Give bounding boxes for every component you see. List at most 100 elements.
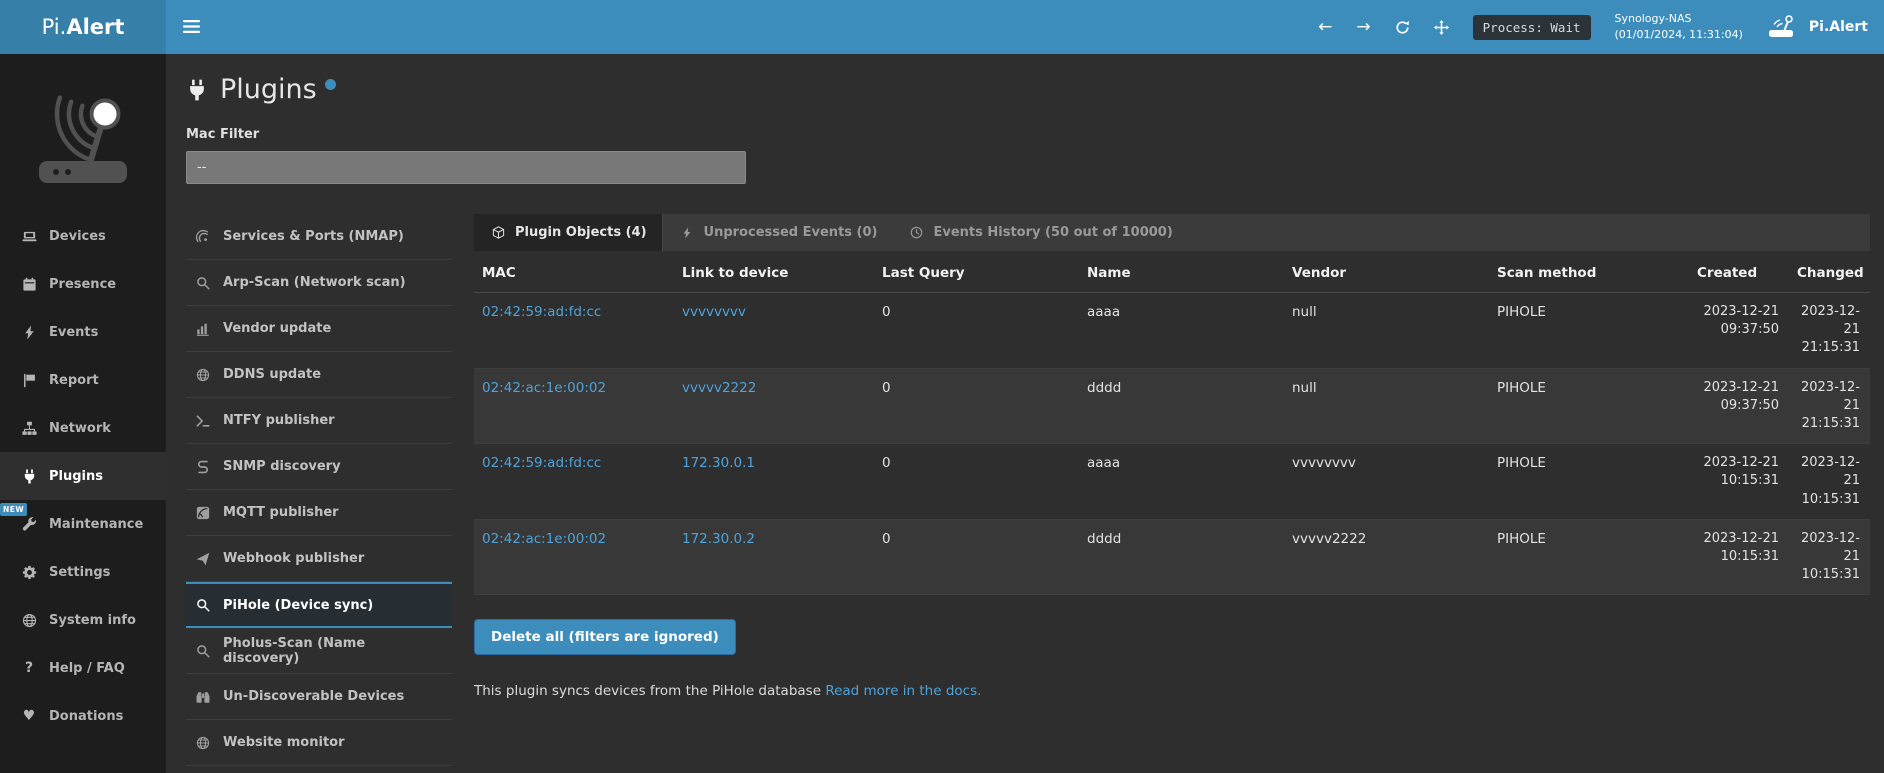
search-icon bbox=[194, 644, 212, 658]
plug-icon bbox=[186, 79, 208, 101]
sidebar-item-donations[interactable]: ♥ Donations bbox=[0, 692, 166, 740]
sidebar-item-label: Presence bbox=[49, 277, 116, 292]
device-link-cell: vvvvvvvv bbox=[674, 293, 874, 369]
bolt-icon bbox=[20, 325, 38, 340]
sidebar-item-presence[interactable]: Presence bbox=[0, 260, 166, 308]
plugin-nav-item-arp-scan[interactable]: Arp-Scan (Network scan) bbox=[186, 260, 452, 306]
device-link[interactable]: 172.30.0.2 bbox=[682, 531, 755, 547]
hamburger-icon bbox=[183, 18, 200, 37]
table-row: 02:42:ac:1e:00:02 172.30.0.2 0 dddd vvvv… bbox=[474, 519, 1870, 595]
globe-icon bbox=[20, 613, 38, 628]
mac-link[interactable]: 02:42:59:ad:fd:cc bbox=[482, 304, 601, 320]
plugin-nav-item-pihole[interactable]: PiHole (Device sync) bbox=[186, 582, 452, 628]
device-link[interactable]: vvvvv2222 bbox=[682, 380, 756, 396]
vendor-cell: null bbox=[1284, 368, 1489, 444]
globe-icon bbox=[194, 736, 212, 750]
tab-label: Unprocessed Events (0) bbox=[704, 225, 878, 240]
arrow-left-icon[interactable]: ← bbox=[1318, 19, 1332, 36]
brand-logo[interactable]: Pi.Alert bbox=[0, 0, 166, 54]
scan-method-cell: PIHOLE bbox=[1489, 444, 1689, 520]
mac-filter-input[interactable] bbox=[186, 151, 746, 184]
plugin-nav-label: Webhook publisher bbox=[223, 551, 364, 566]
mac-link[interactable]: 02:42:ac:1e:00:02 bbox=[482, 531, 606, 547]
plugin-nav-item-nmap[interactable]: Services & Ports (NMAP) bbox=[186, 214, 452, 260]
page-header: Plugins bbox=[186, 74, 1870, 105]
sidebar-item-label: Network bbox=[49, 421, 111, 436]
plugin-nav-label: SNMP discovery bbox=[223, 459, 341, 474]
vendor-cell: vvvvvvvv bbox=[1284, 444, 1489, 520]
plugin-nav-item-vendor-update[interactable]: Vendor update bbox=[186, 306, 452, 352]
terminal-icon bbox=[194, 414, 212, 428]
mac-cell: 02:42:59:ad:fd:cc bbox=[474, 444, 674, 520]
scan-method-cell: PIHOLE bbox=[1489, 519, 1689, 595]
column-header-created[interactable]: Created bbox=[1689, 251, 1789, 293]
host-name: Synology-NAS bbox=[1615, 11, 1743, 27]
column-header-changed[interactable]: Changed bbox=[1789, 251, 1870, 293]
plugin-nav-item-mqtt[interactable]: MQTT publisher bbox=[186, 490, 452, 536]
column-header-mac[interactable]: MAC bbox=[474, 251, 674, 293]
tab-label: Plugin Objects (4) bbox=[515, 225, 647, 240]
plugin-tab-panel: Plugin Objects (4) Unprocessed Events (0… bbox=[474, 214, 1870, 699]
plugin-nav-label: Pholus-Scan (Name discovery) bbox=[223, 636, 444, 666]
mac-filter-block: Mac Filter bbox=[186, 127, 1870, 184]
tab-unprocessed-events[interactable]: Unprocessed Events (0) bbox=[663, 214, 893, 251]
binoculars-icon bbox=[194, 690, 212, 704]
sidebar-item-maintenance[interactable]: NEW Maintenance bbox=[0, 500, 166, 548]
move-icon[interactable] bbox=[1434, 20, 1449, 35]
plugin-nav-label: Services & Ports (NMAP) bbox=[223, 229, 404, 244]
vendor-cell: null bbox=[1284, 293, 1489, 369]
last-query-cell: 0 bbox=[874, 368, 1079, 444]
plugin-nav-item-website-monitor[interactable]: Website monitor bbox=[186, 720, 452, 766]
device-link[interactable]: vvvvvvvv bbox=[682, 304, 746, 320]
plugin-objects-table: MAC Link to device Last Query Name Vendo… bbox=[474, 251, 1870, 595]
column-header-scan-method[interactable]: Scan method bbox=[1489, 251, 1689, 293]
table-row: 02:42:59:ad:fd:cc vvvvvvvv 0 aaaa null P… bbox=[474, 293, 1870, 369]
tab-plugin-objects[interactable]: Plugin Objects (4) bbox=[474, 214, 663, 251]
plugin-nav-item-undiscoverable[interactable]: Un-Discoverable Devices bbox=[186, 674, 452, 720]
delete-all-button[interactable]: Delete all (filters are ignored) bbox=[474, 619, 736, 655]
wrench-icon bbox=[20, 517, 38, 532]
plugin-nav-item-ddns[interactable]: DDNS update bbox=[186, 352, 452, 398]
sidebar-item-plugins[interactable]: Plugins bbox=[0, 452, 166, 500]
column-header-link[interactable]: Link to device bbox=[674, 251, 874, 293]
sidebar-item-devices[interactable]: Devices bbox=[0, 212, 166, 260]
changed-cell: 2023-12-21 10:15:31 bbox=[1789, 519, 1870, 595]
plugin-nav-item-snmp[interactable]: SNMP discovery bbox=[186, 444, 452, 490]
plugin-nav: Services & Ports (NMAP) Arp-Scan (Networ… bbox=[186, 214, 452, 766]
plugin-nav-item-pholus[interactable]: Pholus-Scan (Name discovery) bbox=[186, 628, 452, 674]
pialert-logo-small-icon bbox=[1767, 15, 1797, 39]
created-cell: 2023-12-21 10:15:31 bbox=[1689, 444, 1789, 520]
sidebar-item-events[interactable]: Events bbox=[0, 308, 166, 356]
changed-cell: 2023-12-21 21:15:31 bbox=[1789, 293, 1870, 369]
mac-link[interactable]: 02:42:ac:1e:00:02 bbox=[482, 380, 606, 396]
plugin-nav-item-ntfy[interactable]: NTFY publisher bbox=[186, 398, 452, 444]
refresh-icon[interactable] bbox=[1395, 20, 1410, 35]
sidebar-item-settings[interactable]: Settings bbox=[0, 548, 166, 596]
mac-link[interactable]: 02:42:59:ad:fd:cc bbox=[482, 455, 601, 471]
docs-link[interactable]: Read more in the docs. bbox=[825, 683, 981, 699]
info-badge-icon[interactable] bbox=[325, 79, 336, 90]
radar-icon bbox=[194, 230, 212, 244]
sidebar-item-report[interactable]: Report bbox=[0, 356, 166, 404]
sidebar-item-label: Events bbox=[49, 325, 98, 340]
name-cell: dddd bbox=[1079, 368, 1284, 444]
sidebar: Devices Presence Events Report Network bbox=[0, 54, 166, 773]
arrow-right-icon[interactable]: → bbox=[1356, 19, 1370, 36]
tab-events-history[interactable]: Events History (50 out of 10000) bbox=[892, 214, 1187, 251]
search-icon bbox=[194, 276, 212, 290]
scan-method-cell: PIHOLE bbox=[1489, 293, 1689, 369]
mac-cell: 02:42:59:ad:fd:cc bbox=[474, 293, 674, 369]
sidebar-item-help-faq[interactable]: ? Help / FAQ bbox=[0, 644, 166, 692]
column-header-vendor[interactable]: Vendor bbox=[1284, 251, 1489, 293]
device-link[interactable]: 172.30.0.1 bbox=[682, 455, 755, 471]
sidebar-item-label: Report bbox=[49, 373, 99, 388]
question-icon: ? bbox=[20, 661, 38, 675]
last-query-cell: 0 bbox=[874, 293, 1079, 369]
sidebar-item-system-info[interactable]: System info bbox=[0, 596, 166, 644]
column-header-last-query[interactable]: Last Query bbox=[874, 251, 1079, 293]
sidebar-item-network[interactable]: Network bbox=[0, 404, 166, 452]
plugin-nav-item-webhook[interactable]: Webhook publisher bbox=[186, 536, 452, 582]
sidebar-toggle-button[interactable] bbox=[166, 0, 216, 54]
column-header-name[interactable]: Name bbox=[1079, 251, 1284, 293]
gear-icon bbox=[20, 565, 38, 580]
